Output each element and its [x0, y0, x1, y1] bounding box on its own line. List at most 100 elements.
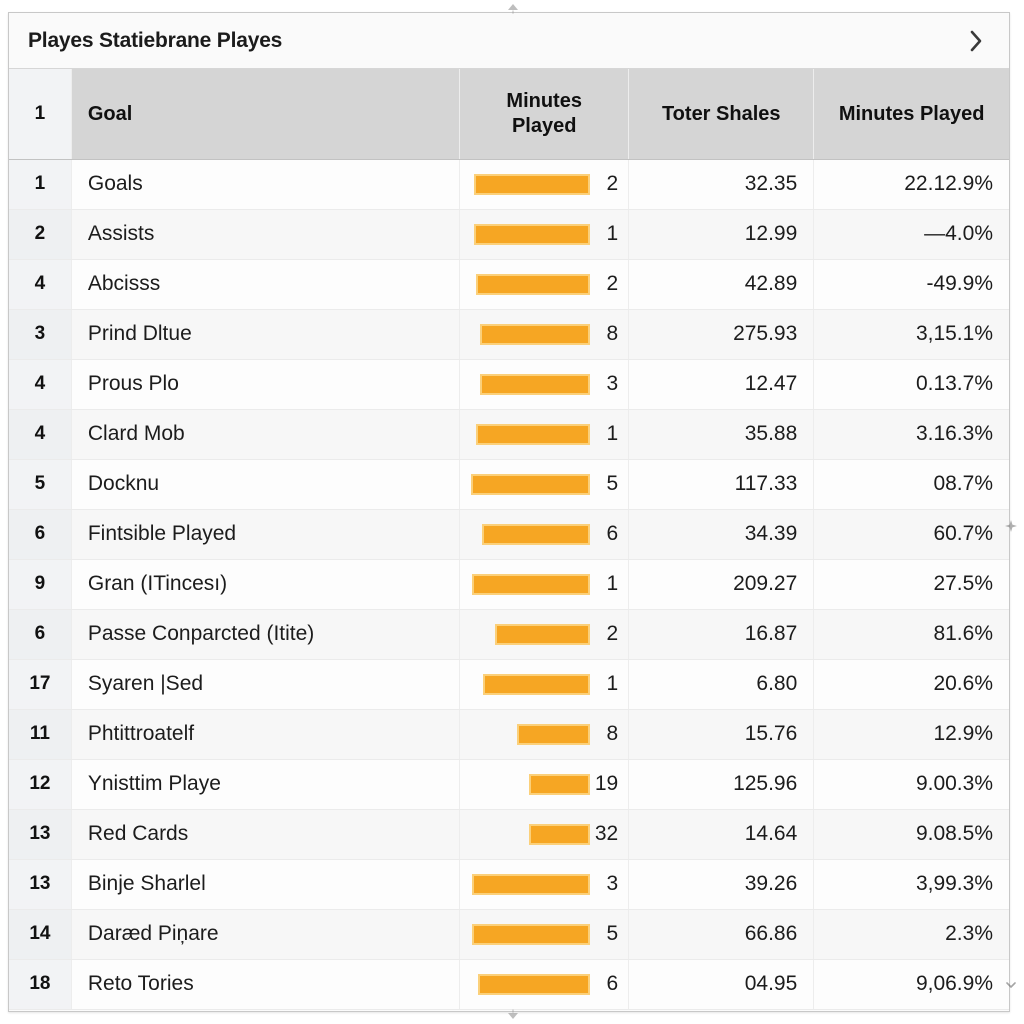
row-number-cell: 42.89 [628, 259, 815, 310]
row-percent-cell: 20.6% [813, 659, 1009, 710]
table-row[interactable]: 3 Prind Dltue 8 275.93 3,15.1% [9, 309, 1009, 360]
value-bar [480, 373, 591, 395]
table-row[interactable]: 1 Goals 2 32.35 22.12.9% [9, 159, 1009, 210]
row-label-cell: Syaren |Sed [71, 659, 461, 710]
row-index-cell: 2 [9, 209, 72, 260]
row-percent-cell: 27.5% [813, 559, 1009, 610]
table-row[interactable]: 4 Abcisss 2 42.89 -49.9% [9, 259, 1009, 310]
row-label-cell: Red Cards [71, 809, 461, 860]
column-header-goal[interactable]: Goal [71, 69, 461, 160]
row-bar-cell: 1 [459, 209, 630, 260]
value-bar [480, 323, 591, 345]
column-header-minutes-played-pct[interactable]: Minutes Played [813, 69, 1009, 160]
table-row[interactable]: 5 Docknu 5 117.33 08.7% [9, 459, 1009, 510]
row-number-cell: 39.26 [628, 859, 815, 910]
value-bar [529, 823, 591, 845]
table-header-row: 1 Goal Minutes Played Toter Shales Minut… [9, 69, 1009, 160]
value-bar [472, 923, 591, 945]
table-row[interactable]: 13 Red Cards 32 14.64 9.08.5% [9, 809, 1009, 860]
row-percent-cell: 3,15.1% [813, 309, 1009, 360]
row-index-cell: 18 [9, 959, 72, 1010]
row-number-cell: 34.39 [628, 509, 815, 560]
row-index-cell: 4 [9, 409, 72, 460]
row-number-cell: 12.99 [628, 209, 815, 260]
bar-wrapper: 2 [468, 260, 618, 309]
row-percent-cell: 9.00.3% [813, 759, 1009, 810]
row-number-cell: 66.86 [628, 909, 815, 960]
row-label-cell: Passe Conparcted (Itite) [71, 609, 461, 660]
value-bar [529, 773, 591, 795]
column-header-index[interactable]: 1 [9, 69, 72, 160]
scroll-marker-icon[interactable] [1004, 519, 1018, 533]
bar-wrapper: 2 [468, 610, 618, 659]
chevron-right-icon[interactable] [960, 26, 990, 56]
table-row[interactable]: 6 Fintsible Played 6 34.39 60.7% [9, 509, 1009, 560]
bar-wrapper: 2 [468, 160, 618, 209]
bar-value-label: 32 [594, 822, 619, 845]
scroll-down-arrow-icon[interactable] [504, 1008, 522, 1020]
bar-value-label: 2 [606, 172, 619, 195]
row-percent-cell: 3,99.3% [813, 859, 1009, 910]
row-label-cell: Daræd Piņare [71, 909, 461, 960]
value-bar [474, 223, 591, 245]
row-number-cell: 32.35 [628, 159, 815, 210]
row-index-cell: 13 [9, 809, 72, 860]
row-bar-cell: 1 [459, 409, 630, 460]
value-bar [474, 173, 591, 195]
table-row[interactable]: 4 Clard Mob 1 35.88 3.16.3% [9, 409, 1009, 460]
row-number-cell: 125.96 [628, 759, 815, 810]
row-percent-cell: 08.7% [813, 459, 1009, 510]
row-index-cell: 17 [9, 659, 72, 710]
row-number-cell: 209.27 [628, 559, 815, 610]
row-bar-cell: 2 [459, 609, 630, 660]
row-percent-cell: 12.9% [813, 709, 1009, 760]
bar-value-label: 3 [606, 372, 619, 395]
row-label-cell: Prind Dltue [71, 309, 461, 360]
row-bar-cell: 1 [459, 559, 630, 610]
row-bar-cell: 6 [459, 959, 630, 1010]
row-index-cell: 11 [9, 709, 72, 760]
table-body: 1 Goals 2 32.35 22.12.9% 2 Assists 1 12.99 —4.0% 4… [9, 159, 1009, 1010]
table-row[interactable]: 2 Assists 1 12.99 —4.0% [9, 209, 1009, 260]
table-row[interactable]: 17 Syaren |Sed 1 6.80 20.6% [9, 659, 1009, 710]
row-index-cell: 1 [9, 159, 72, 210]
column-header-toter-shales[interactable]: Toter Shales [628, 69, 815, 160]
column-header-minutes-played-bar[interactable]: Minutes Played [459, 69, 630, 160]
row-label-cell: Fintsible Played [71, 509, 461, 560]
row-bar-cell: 2 [459, 259, 630, 310]
row-index-cell: 9 [9, 559, 72, 610]
page-title: Playes Statiebrane Playes [28, 28, 283, 52]
table-row[interactable]: 4 Prous Plo 3 12.47 0.13.7% [9, 359, 1009, 410]
bar-value-label: 6 [606, 972, 619, 995]
row-percent-cell: 9.08.5% [813, 809, 1009, 860]
bar-value-label: 1 [606, 572, 619, 595]
row-bar-cell: 6 [459, 509, 630, 560]
row-label-cell: Phtittroatelf [71, 709, 461, 760]
panel-title-bar: Playes Statiebrane Playes [9, 13, 1009, 69]
table-row[interactable]: 6 Passe Conparcted (Itite) 2 16.87 81.6% [9, 609, 1009, 660]
row-number-cell: 6.80 [628, 659, 815, 710]
row-label-cell: Ynisttim Playe [71, 759, 461, 810]
row-label-cell: Clard Mob [71, 409, 461, 460]
table-row[interactable]: 11 Phtittroatelf 8 15.76 12.9% [9, 709, 1009, 760]
chevron-down-icon[interactable] [1004, 978, 1018, 992]
screen-root: Playes Statiebrane Playes 1 Goal Minutes… [0, 0, 1024, 1024]
row-label-cell: Docknu [71, 459, 461, 510]
value-bar [517, 723, 591, 745]
row-bar-cell: 5 [459, 909, 630, 960]
value-bar [476, 423, 591, 445]
bar-value-label: 1 [606, 222, 619, 245]
table-row[interactable]: 14 Daræd Piņare 5 66.86 2.3% [9, 909, 1009, 960]
value-bar [472, 573, 591, 595]
table-row[interactable]: 13 Binje Sharlel 3 39.26 3,99.3% [9, 859, 1009, 910]
scroll-up-arrow-icon[interactable] [504, 2, 522, 14]
row-number-cell: 117.33 [628, 459, 815, 510]
row-number-cell: 04.95 [628, 959, 815, 1010]
table-row[interactable]: 12 Ynisttim Playe 19 125.96 9.00.3% [9, 759, 1009, 810]
row-index-cell: 14 [9, 909, 72, 960]
table-row[interactable]: 9 Gran (ITincesı) 1 209.27 27.5% [9, 559, 1009, 610]
table-row[interactable]: 18 Reto Tories 6 04.95 9,06.9% [9, 959, 1009, 1010]
row-number-cell: 14.64 [628, 809, 815, 860]
row-percent-cell: 2.3% [813, 909, 1009, 960]
bar-wrapper: 1 [468, 560, 618, 609]
